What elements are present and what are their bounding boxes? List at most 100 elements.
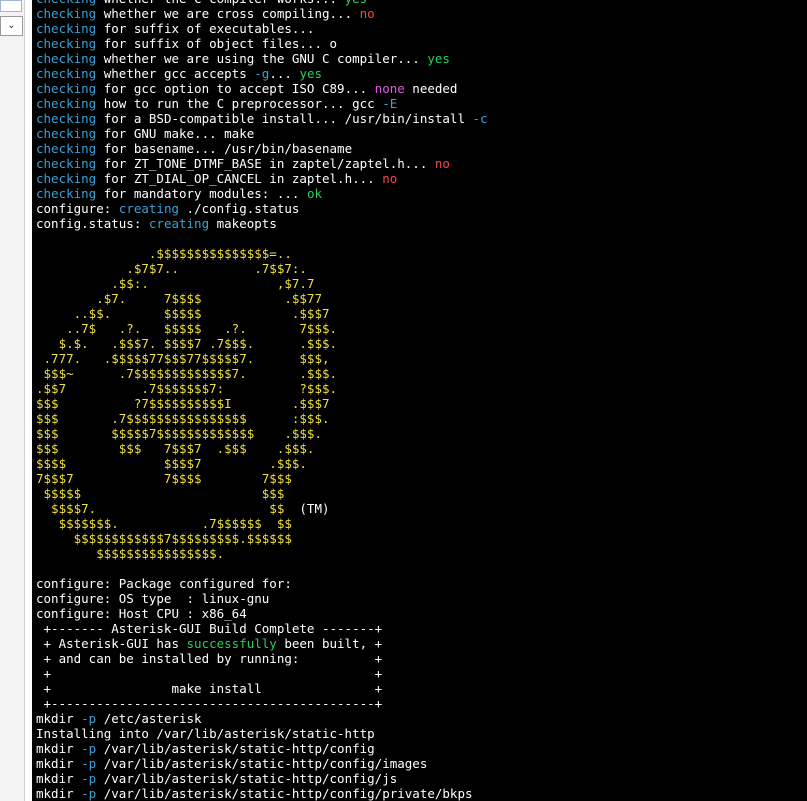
terminal-text: checking: [36, 51, 97, 66]
terminal-text: for a BSD-compatible install... /usr/bin…: [96, 111, 473, 126]
terminal-line: +------- Asterisk-GUI Build Complete ---…: [36, 621, 488, 636]
terminal-text: /var/lib/asterisk/static-http/config/pri…: [96, 786, 473, 801]
terminal-text: + and can be installed by running: +: [36, 651, 383, 666]
terminal-text: none: [374, 81, 405, 96]
terminal-text: $$$$7. $$: [36, 501, 300, 516]
terminal-text: .$7$7.. .7$$7:.: [36, 261, 307, 276]
terminal-text: for suffix of executables...: [96, 21, 322, 36]
terminal-text: whether we are using the GNU C compiler.…: [96, 51, 428, 66]
terminal-line: [36, 561, 488, 576]
terminal-text: checking: [36, 81, 97, 96]
terminal-line: $$$$7. $$ (TM): [36, 501, 488, 516]
terminal-line: checking for suffix of object files... o: [36, 36, 488, 51]
terminal-text: $$$ ?7$$$$$$$$$$I .$$$7: [36, 396, 330, 411]
terminal-text: checking: [36, 141, 97, 156]
terminal-line: + and can be installed by running: +: [36, 651, 488, 666]
terminal-text: +------- Asterisk-GUI Build Complete ---…: [36, 621, 383, 636]
terminal-line: mkdir -p /var/lib/asterisk/static-http/c…: [36, 771, 488, 786]
terminal-text: /var/lib/asterisk/static-http/config: [96, 741, 375, 756]
terminal-line: .777. .$$$$$77$$$77$$$$$7. $$$,: [36, 351, 488, 366]
terminal-text: needed: [404, 81, 458, 96]
terminal-line: Installing into /var/lib/asterisk/static…: [36, 726, 488, 741]
terminal-text: checking: [36, 186, 97, 201]
terminal-line: .$7$7.. .7$$7:.: [36, 261, 488, 276]
terminal-line: checking for basename... /usr/bin/basena…: [36, 141, 488, 156]
terminal-line: checking for GNU make... make: [36, 126, 488, 141]
terminal-line: [36, 231, 488, 246]
terminal-text: -p: [81, 786, 97, 801]
terminal-text: -E: [382, 96, 398, 111]
window-gutter: [25, 0, 32, 801]
terminal-line: checking whether we are cross compiling.…: [36, 6, 488, 21]
terminal-text: checking: [36, 171, 97, 186]
terminal-line: + +: [36, 666, 488, 681]
terminal-text: mkdir: [36, 741, 82, 756]
terminal-text: /var/lib/asterisk/static-http/config/ima…: [96, 756, 428, 771]
terminal-text: configure: OS type : linux-gnu: [36, 591, 270, 606]
terminal-line: mkdir -p /var/lib/asterisk/static-http/c…: [36, 741, 488, 756]
terminal-text: + Asterisk-GUI has: [36, 636, 187, 651]
terminal-text: ..$$. $$$$$ .$$$7: [36, 306, 330, 321]
terminal-text: -p: [81, 756, 97, 771]
terminal-line: $$$ $$$ 7$$$7 .$$$ .$$$.: [36, 441, 488, 456]
terminal-line: $$$~ .7$$$$$$$$$$$$$7. .$$$.: [36, 366, 488, 381]
terminal-text: for mandatory modules: ...: [96, 186, 307, 201]
terminal-text: checking: [36, 36, 97, 51]
terminal-line: $$$$$$$$$$$$$$$$.: [36, 546, 488, 561]
terminal-line: checking for suffix of executables...: [36, 21, 488, 36]
terminal-text: $$$$ $$$$7 .$$$.: [36, 456, 307, 471]
terminal-line: checking whether gcc accepts -g... yes: [36, 66, 488, 81]
terminal-text: configure: Host CPU : x86_64: [36, 606, 247, 621]
terminal-text: for GNU make... make: [96, 126, 255, 141]
terminal-text: -p: [81, 771, 97, 786]
terminal-window[interactable]: checking whether the C compiler works...…: [32, 0, 807, 801]
terminal-line: configure: OS type : linux-gnu: [36, 591, 488, 606]
terminal-text: mkdir: [36, 756, 82, 771]
terminal-line: checking for gcc option to accept ISO C8…: [36, 81, 488, 96]
terminal-text: for gcc option to accept ISO C89...: [96, 81, 375, 96]
terminal-text: + make install +: [36, 681, 383, 696]
terminal-text: whether gcc accepts: [96, 66, 255, 81]
terminal-output: checking whether the C compiler works...…: [36, 0, 488, 801]
terminal-text: -p: [81, 741, 97, 756]
terminal-text: for suffix of object files... o: [96, 36, 338, 51]
terminal-text: checking: [36, 21, 97, 36]
terminal-line: configure: Package configured for:: [36, 576, 488, 591]
terminal-text: mkdir: [36, 711, 82, 726]
terminal-text: checking: [36, 66, 97, 81]
terminal-text: how to run the C preprocessor... gcc: [96, 96, 383, 111]
terminal-text: -g: [254, 66, 270, 81]
terminal-line: $$$ .7$$$$$$$$$$$$$$$$ :$$$.: [36, 411, 488, 426]
terminal-line: $$$$$$$. .7$$$$$$ $$: [36, 516, 488, 531]
terminal-text: successfully: [186, 636, 277, 651]
terminal-text: configure:: [36, 201, 119, 216]
terminal-line: $$$$$ $$$: [36, 486, 488, 501]
terminal-text: ..7$ .?. $$$$$ .?. 7$$$.: [36, 321, 338, 336]
terminal-text: mkdir: [36, 786, 82, 801]
terminal-line: $$$$ $$$$7 .$$$.: [36, 456, 488, 471]
left-panel: ⌄: [0, 0, 25, 801]
toolbar-button[interactable]: [0, 0, 22, 12]
terminal-text: /etc/asterisk: [96, 711, 202, 726]
terminal-text: creating: [148, 216, 210, 231]
terminal-line: checking how to run the C preprocessor..…: [36, 96, 488, 111]
dropdown-button[interactable]: ⌄: [0, 16, 23, 36]
terminal-text: +---------------------------------------…: [36, 696, 383, 711]
terminal-text: no: [359, 6, 375, 21]
terminal-text: config.status:: [36, 216, 149, 231]
terminal-text: Installing into /var/lib/asterisk/static…: [36, 726, 375, 741]
terminal-line: checking for ZT_TONE_DTMF_BASE in zaptel…: [36, 156, 488, 171]
terminal-line: mkdir -p /var/lib/asterisk/static-http/c…: [36, 756, 488, 771]
terminal-text: checking: [36, 156, 97, 171]
terminal-text: for ZT_DIAL_OP_CANCEL in zaptel.h...: [96, 171, 383, 186]
terminal-line: 7$$$7 7$$$$ 7$$$: [36, 471, 488, 486]
terminal-text: $$$$$ $$$: [36, 486, 285, 501]
terminal-line: .$$$$$$$$$$$$$$$=..: [36, 246, 488, 261]
terminal-text: checking: [36, 111, 97, 126]
terminal-line: $$$ ?7$$$$$$$$$$I .$$$7: [36, 396, 488, 411]
terminal-text: $$$ .7$$$$$$$$$$$$$$$$ :$$$.: [36, 411, 330, 426]
terminal-line: mkdir -p /etc/asterisk: [36, 711, 488, 726]
terminal-line: ..7$ .?. $$$$$ .?. 7$$$.: [36, 321, 488, 336]
terminal-line: $$$$$$$$$$$$7$$$$$$$$$.$$$$$$: [36, 531, 488, 546]
terminal-text: .$7. 7$$$$ .$$77: [36, 291, 322, 306]
